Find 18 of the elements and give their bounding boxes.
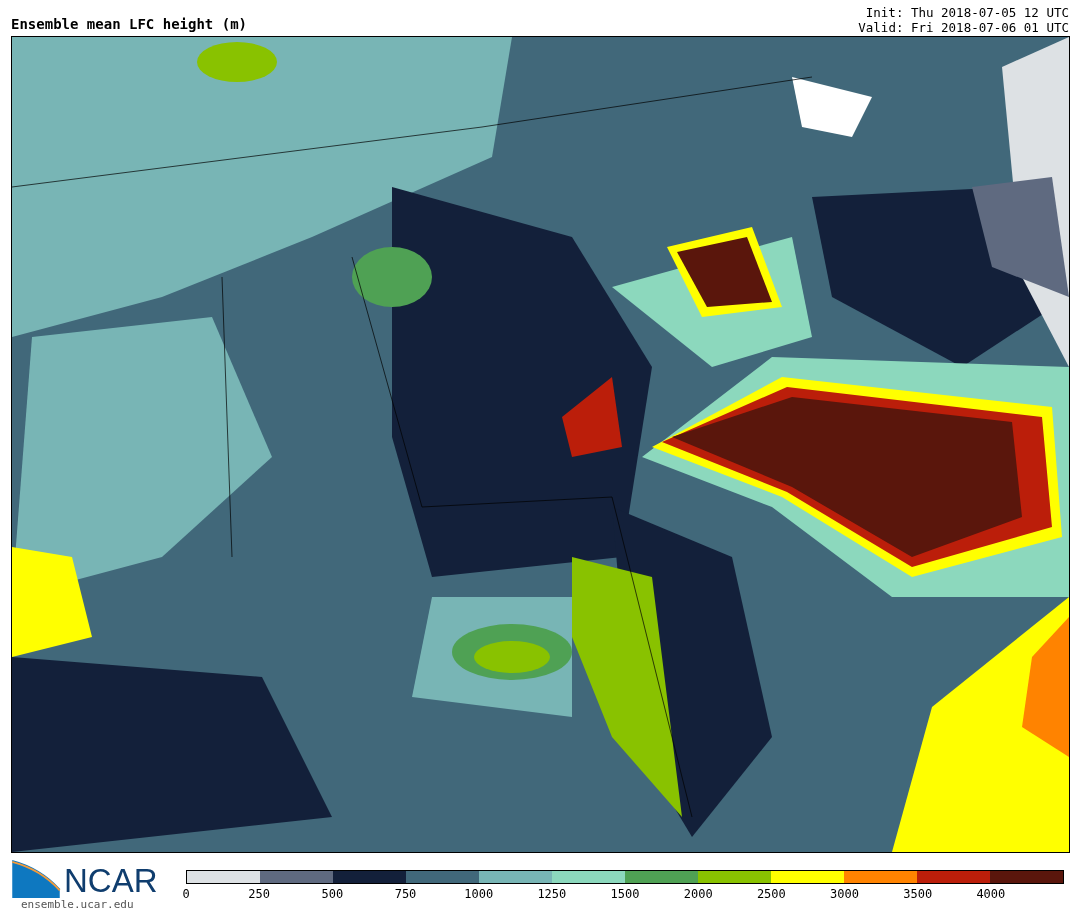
colorbar-tick-label: 0: [182, 887, 190, 901]
website-url: ensemble.ucar.edu: [21, 898, 134, 911]
colorbar-tick-label: 750: [394, 887, 417, 901]
colorbar-tick-label: 2500: [756, 887, 786, 901]
colorbar-tick-label: 250: [248, 887, 270, 901]
plot-title: Ensemble mean LFC height (m): [11, 16, 247, 34]
colorbar-tick-label: 1500: [610, 887, 640, 901]
colorbar-tick-label: 500: [321, 887, 344, 901]
colorbar-tick-label: 4000: [976, 887, 1006, 901]
colorbar-tick-label: 2000: [683, 887, 713, 901]
init-time: Init: Thu 2018-07-05 12 UTC: [865, 5, 1069, 20]
logo-wordmark: NCAR: [64, 863, 158, 899]
colorbar-tick-label: 3000: [830, 887, 859, 901]
colorbar-tick-label: 3500: [903, 887, 933, 901]
colorbar-tick-label: 1250: [537, 887, 567, 901]
ncar-swoosh-icon: [11, 860, 61, 898]
colorbar-tick-label: 1000: [464, 887, 494, 901]
valid-time: Valid: Fri 2018-07-06 01 UTC: [858, 20, 1069, 35]
